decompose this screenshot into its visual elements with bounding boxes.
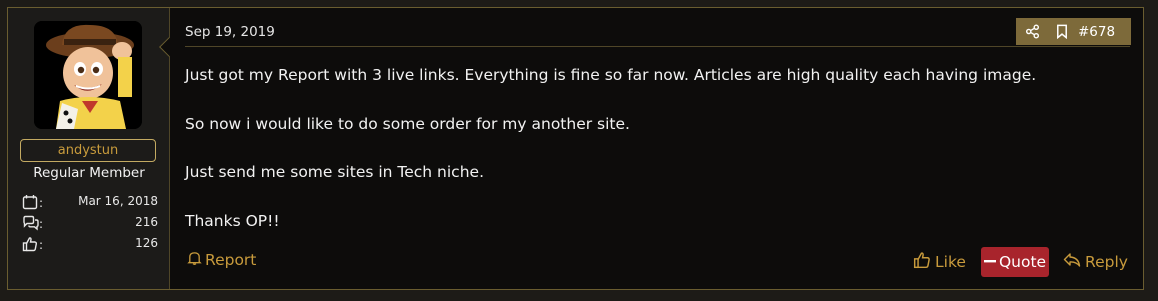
stat-messages: : 216: [22, 215, 158, 235]
post-body: Just got my Report with 3 live links. Ev…: [185, 63, 1125, 257]
message-post: andystun Regular Member : Mar 16, 2018 :: [7, 7, 1144, 290]
share-icon[interactable]: [1016, 18, 1048, 45]
stat-reactions: : 126: [22, 236, 158, 256]
user-sidebar: andystun Regular Member : Mar 16, 2018 :: [8, 8, 170, 289]
reply-button[interactable]: Reply: [1063, 247, 1128, 277]
joined-date: Mar 16, 2018: [78, 194, 158, 208]
quote-label: Quote: [998, 253, 1047, 271]
username-badge[interactable]: andystun: [20, 139, 156, 162]
like-label: Like: [935, 253, 966, 271]
post-date[interactable]: Sep 19, 2019: [185, 24, 275, 40]
post-paragraph: Just send me some sites in Tech niche.: [185, 163, 484, 181]
user-role: Regular Member: [33, 165, 145, 181]
post-paragraph: So now i would like to do some order for…: [185, 114, 630, 133]
messages-count: 216: [135, 215, 158, 229]
report-label: Report: [205, 251, 257, 269]
post-header-actions: #678: [1016, 18, 1131, 45]
message-main: Sep 19, 2019 #678 Just got my Report wit…: [185, 8, 1143, 289]
stat-joined: : Mar 16, 2018: [22, 194, 158, 214]
bookmark-icon[interactable]: [1048, 18, 1076, 45]
report-link[interactable]: Report: [187, 250, 256, 270]
like-button[interactable]: Like: [913, 247, 966, 277]
header-divider: [185, 46, 1130, 47]
thumbs-up-icon: [913, 251, 931, 273]
reply-label: Reply: [1085, 253, 1128, 271]
reactions-count: 126: [135, 236, 158, 250]
post-paragraph: Thanks OP!!: [185, 211, 280, 230]
bell-icon: [187, 250, 202, 270]
post-paragraph: Just got my Report with 3 live links. Ev…: [185, 66, 1037, 84]
post-number[interactable]: #678: [1076, 24, 1131, 40]
quote-button[interactable]: Quote: [981, 247, 1049, 277]
reply-icon: [1063, 252, 1081, 272]
avatar[interactable]: [34, 21, 142, 129]
minus-icon: [983, 253, 996, 271]
